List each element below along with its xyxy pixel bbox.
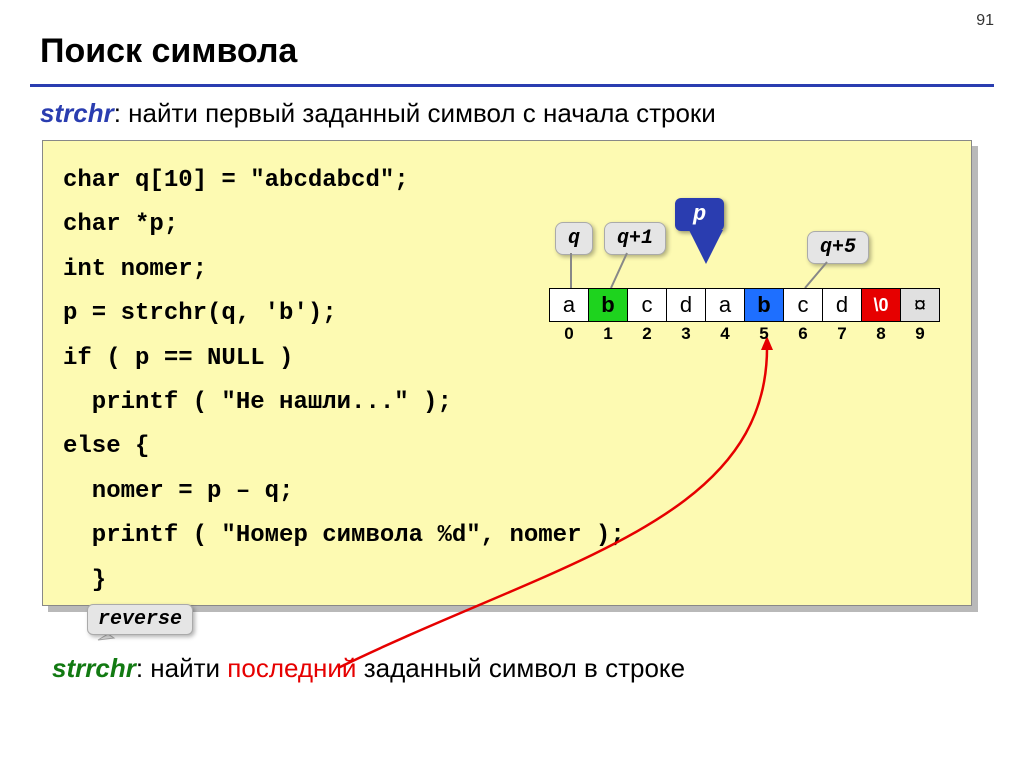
array-index: 0 bbox=[549, 324, 589, 344]
slide-title: Поиск символа bbox=[40, 32, 297, 71]
array-cell: d bbox=[666, 288, 706, 322]
bottom-last: последний bbox=[227, 653, 356, 683]
title-rule bbox=[30, 84, 994, 87]
array-cell: c bbox=[627, 288, 667, 322]
code-block: char q[10] = "abcdabcd"; char *p; int no… bbox=[42, 140, 972, 606]
fn-strchr: strchr bbox=[40, 98, 114, 128]
array-index: 6 bbox=[783, 324, 823, 344]
array-index: 7 bbox=[822, 324, 862, 344]
array-index: 9 bbox=[900, 324, 940, 344]
array-index: 8 bbox=[861, 324, 901, 344]
array-cell: d bbox=[822, 288, 862, 322]
array-cell: a bbox=[705, 288, 745, 322]
array-cells: abcdabcd\0¤ bbox=[550, 288, 940, 322]
array-index: 5 bbox=[744, 324, 784, 344]
label-reverse: reverse bbox=[87, 604, 193, 635]
array-index: 2 bbox=[627, 324, 667, 344]
label-q5: q+5 bbox=[807, 231, 869, 264]
intro-line: strchr: найти первый заданный символ c н… bbox=[40, 98, 716, 129]
array-index: 3 bbox=[666, 324, 706, 344]
array-cell: b bbox=[744, 288, 784, 322]
array-diagram: abcdabcd\0¤ 0123456789 bbox=[550, 288, 940, 344]
fn-strrchr: strrchr bbox=[52, 653, 136, 683]
array-cell: a bbox=[549, 288, 589, 322]
bottom-post: заданный символ в строке bbox=[356, 653, 685, 683]
array-index: 1 bbox=[588, 324, 628, 344]
bottom-pre: : найти bbox=[136, 653, 227, 683]
bottom-line: strrchr: найти последний заданный символ… bbox=[52, 653, 685, 684]
intro-text: : найти первый заданный символ c начала … bbox=[114, 98, 716, 128]
array-indices: 0123456789 bbox=[550, 324, 940, 344]
array-cell: \0 bbox=[861, 288, 901, 322]
pointer-p-label: p bbox=[675, 198, 724, 231]
label-q: q bbox=[555, 222, 593, 255]
array-cell: b bbox=[588, 288, 628, 322]
page-number: 91 bbox=[976, 12, 994, 30]
pointer-p-arrow bbox=[689, 230, 723, 264]
array-cell: c bbox=[783, 288, 823, 322]
array-index: 4 bbox=[705, 324, 745, 344]
label-q1: q+1 bbox=[604, 222, 666, 255]
array-cell: ¤ bbox=[900, 288, 940, 322]
